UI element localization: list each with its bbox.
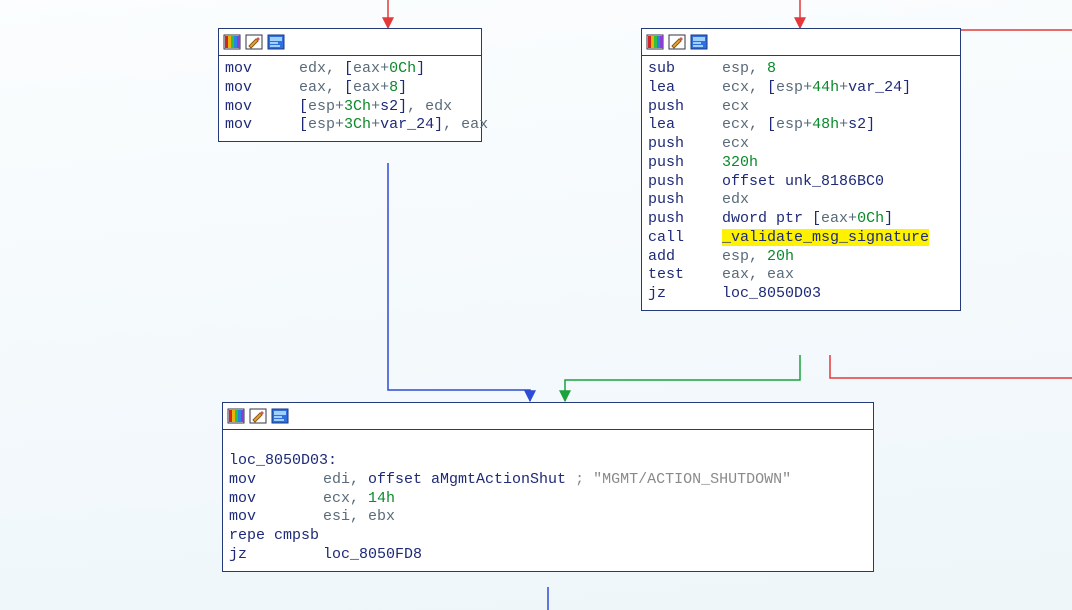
asm-line: movedx, [eax+0Ch] (225, 60, 475, 79)
rainbow-icon (646, 33, 664, 51)
asm-line: call_validate_msg_signature (648, 229, 954, 248)
block-header (223, 403, 873, 430)
block-label: loc_8050D03: (229, 452, 337, 469)
disasm-block-a[interactable]: movedx, [eax+0Ch]moveax, [eax+8]mov[esp+… (218, 28, 482, 142)
asm-line: jzloc_8050D03 (648, 285, 954, 304)
asm-line: movedi, offset aMgmtActionShut ; "MGMT/A… (229, 471, 867, 490)
script-icon (271, 407, 289, 425)
asm-line: leaecx, [esp+48h+s2] (648, 116, 954, 135)
asm-line: pushecx (648, 98, 954, 117)
asm-line: movecx, 14h (229, 490, 867, 509)
asm-line: moveax, [eax+8] (225, 79, 475, 98)
rainbow-icon (227, 407, 245, 425)
asm-line: mov[esp+3Ch+var_24], eax (225, 116, 475, 135)
block-header (642, 29, 960, 56)
asm-line: pushedx (648, 191, 954, 210)
asm-line: push320h (648, 154, 954, 173)
block-body: subesp, 8leaecx, [esp+44h+var_24]pushecx… (642, 56, 960, 310)
pencil-icon (249, 407, 267, 425)
asm-line: mov[esp+3Ch+s2], edx (225, 98, 475, 117)
block-header (219, 29, 481, 56)
rainbow-icon (223, 33, 241, 51)
asm-line: leaecx, [esp+44h+var_24] (648, 79, 954, 98)
script-icon (690, 33, 708, 51)
asm-line: pushecx (648, 135, 954, 154)
script-icon (267, 33, 285, 51)
asm-line: testeax, eax (648, 266, 954, 285)
asm-line: repe cmpsb (229, 527, 867, 546)
asm-line: addesp, 20h (648, 248, 954, 267)
disasm-block-c[interactable]: loc_8050D03: movedi, offset aMgmtActionS… (222, 402, 874, 572)
block-body: loc_8050D03: movedi, offset aMgmtActionS… (223, 430, 873, 571)
block-body: movedx, [eax+0Ch]moveax, [eax+8]mov[esp+… (219, 56, 481, 141)
disasm-block-b[interactable]: subesp, 8leaecx, [esp+44h+var_24]pushecx… (641, 28, 961, 311)
asm-line: subesp, 8 (648, 60, 954, 79)
pencil-icon (245, 33, 263, 51)
asm-line: jzloc_8050FD8 (229, 546, 867, 565)
asm-line: pushdword ptr [eax+0Ch] (648, 210, 954, 229)
pencil-icon (668, 33, 686, 51)
asm-line: movesi, ebx (229, 508, 867, 527)
asm-line: pushoffset unk_8186BC0 (648, 173, 954, 192)
